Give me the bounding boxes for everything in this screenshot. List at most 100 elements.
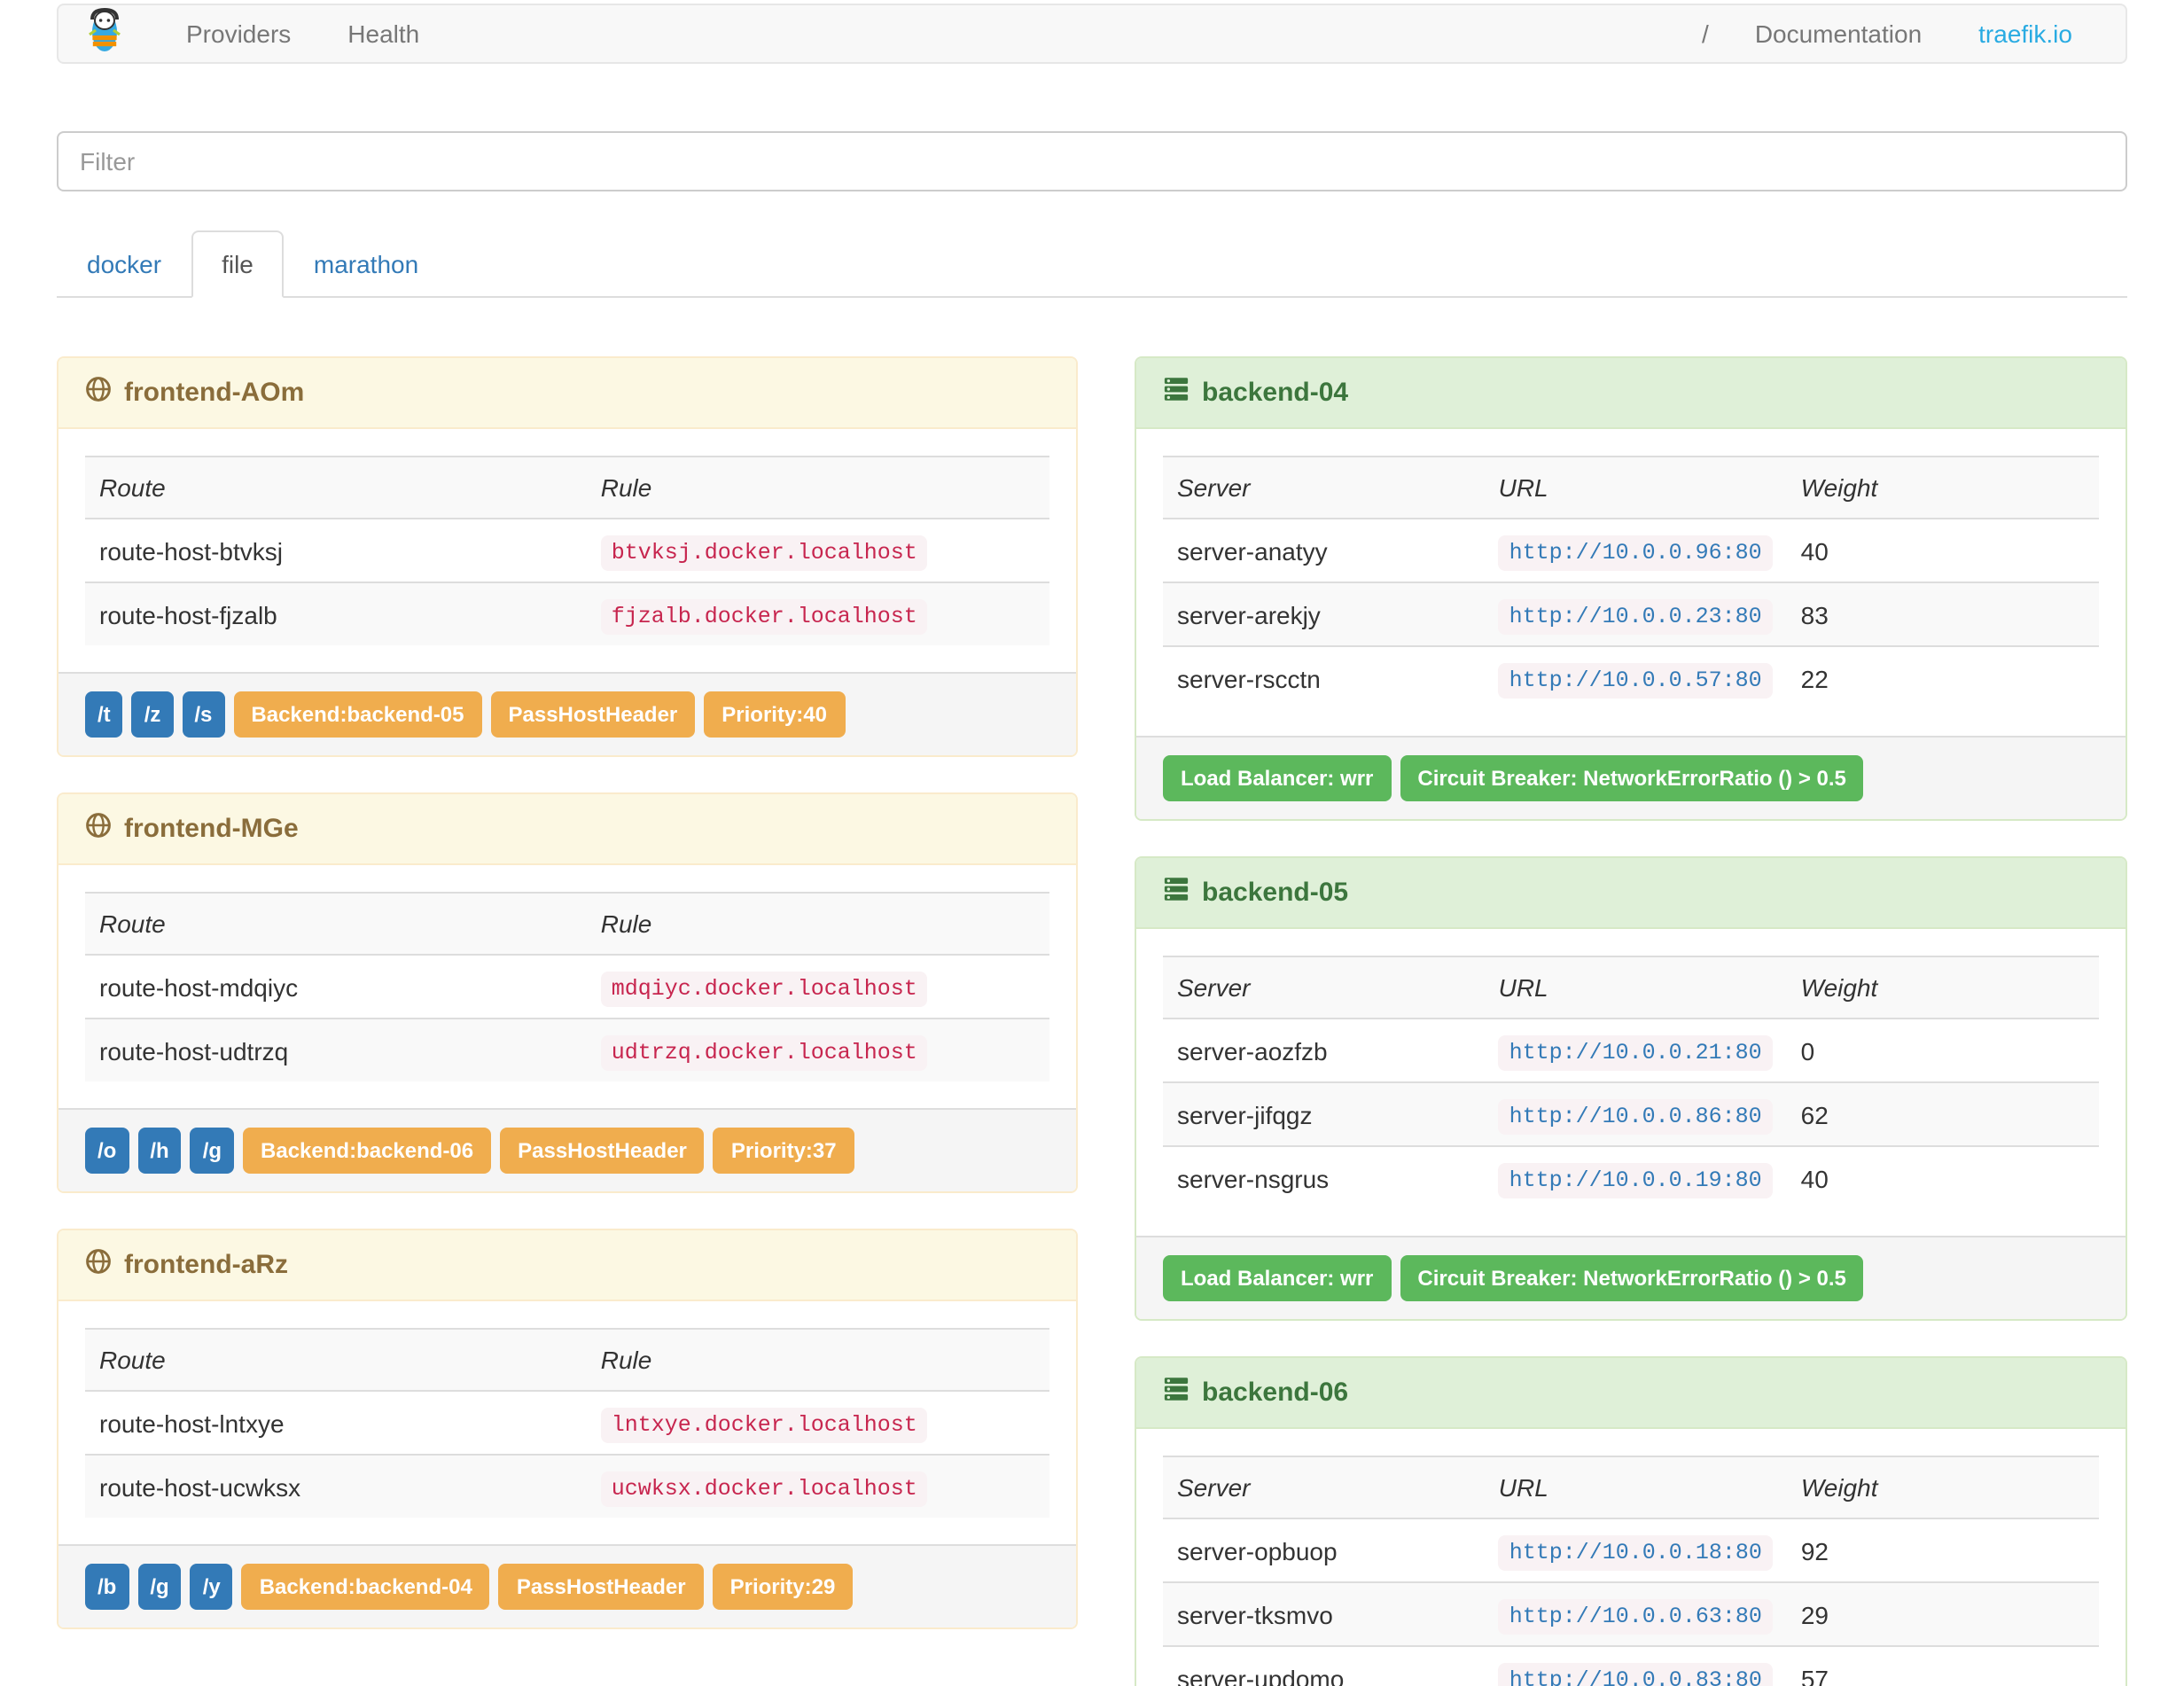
server-weight: 83 bbox=[1800, 600, 1829, 628]
server-column-header: Server bbox=[1177, 1473, 1251, 1502]
route-name: route-host-mdqiyc bbox=[99, 972, 299, 1001]
servers-table: Server URL Weight server-opbuop http://1… bbox=[1163, 1456, 2099, 1686]
server-url-link[interactable]: http://10.0.0.83:80 bbox=[1498, 1663, 1773, 1686]
backend-title: backend-05 bbox=[1202, 878, 1349, 908]
provider-tabs: docker file marathon bbox=[57, 230, 2127, 298]
rule-code: mdqiyc.docker.localhost bbox=[600, 972, 928, 1007]
rule-code: btvksj.docker.localhost bbox=[600, 535, 928, 571]
backend-card-body: Server URL Weight server-opbuop http://1… bbox=[1136, 1429, 2126, 1686]
route-name: route-host-btvksj bbox=[99, 536, 283, 565]
backend-card: backend-05 Server URL Weight server-aozf… bbox=[1135, 856, 2127, 1321]
provider-tab-file[interactable]: file bbox=[191, 230, 284, 298]
server-url-link[interactable]: http://10.0.0.21:80 bbox=[1498, 1035, 1773, 1071]
route-row: route-host-mdqiyc mdqiyc.docker.localhos… bbox=[85, 955, 1049, 1019]
routes-header-row: Route Rule bbox=[85, 893, 1049, 955]
server-url-link[interactable]: http://10.0.0.18:80 bbox=[1498, 1535, 1773, 1571]
frontend-tag-label: Backend:backend-05 bbox=[233, 691, 482, 738]
frontend-card-body: Route Rule route-host-mdqiyc mdqiyc.dock… bbox=[58, 865, 1076, 1108]
route-column-header: Route bbox=[99, 909, 166, 938]
frontend-card-body: Route Rule route-host-lntxye lntxye.dock… bbox=[58, 1301, 1076, 1544]
rule-column-header: Rule bbox=[600, 1346, 652, 1374]
server-name: server-updomo bbox=[1177, 1664, 1345, 1686]
entrypoint-label: /y bbox=[190, 1564, 233, 1610]
weight-column-header: Weight bbox=[1800, 1473, 1878, 1502]
server-weight: 40 bbox=[1800, 1164, 1829, 1192]
nav-providers-link[interactable]: Providers bbox=[158, 20, 319, 48]
globe-icon bbox=[85, 376, 124, 410]
frontends-column: frontend-AOm Route Rule route-host-btvks… bbox=[57, 356, 1078, 1665]
traefik-logo-icon bbox=[83, 6, 126, 61]
route-name: route-host-fjzalb bbox=[99, 600, 277, 628]
server-weight: 62 bbox=[1800, 1100, 1829, 1128]
frontend-card: frontend-aRz Route Rule route-host-lntxy… bbox=[57, 1229, 1078, 1629]
server-row: server-aozfzb http://10.0.0.21:80 0 bbox=[1163, 1019, 2099, 1082]
navbar: Providers Health / Documentation traefik… bbox=[57, 4, 2127, 64]
server-row: server-rscctn http://10.0.0.57:80 22 bbox=[1163, 646, 2099, 709]
provider-tab-docker[interactable]: docker bbox=[57, 230, 191, 298]
backend-card: backend-04 Server URL Weight server-anat… bbox=[1135, 356, 2127, 821]
frontend-tag-label: PassHostHeader bbox=[490, 691, 696, 738]
backend-card-footer: Load Balancer: wrr Circuit Breaker: Netwo… bbox=[1136, 1236, 2126, 1319]
server-weight: 57 bbox=[1800, 1664, 1829, 1686]
nav-traefik-io-link[interactable]: traefik.io bbox=[1950, 20, 2101, 48]
rule-code: fjzalb.docker.localhost bbox=[600, 599, 928, 635]
server-weight: 92 bbox=[1800, 1536, 1829, 1565]
server-column-header: Server bbox=[1177, 473, 1251, 502]
backend-tag-label: Load Balancer: wrr bbox=[1163, 755, 1392, 801]
server-row: server-tksmvo http://10.0.0.63:80 29 bbox=[1163, 1582, 2099, 1646]
server-stack-icon bbox=[1163, 1376, 1202, 1409]
filter-input[interactable] bbox=[57, 131, 2127, 191]
server-row: server-arekjy http://10.0.0.23:80 83 bbox=[1163, 582, 2099, 646]
servers-header-row: Server URL Weight bbox=[1163, 457, 2099, 519]
server-url-link[interactable]: http://10.0.0.86:80 bbox=[1498, 1099, 1773, 1135]
route-name: route-host-lntxye bbox=[99, 1409, 285, 1437]
server-url-link[interactable]: http://10.0.0.23:80 bbox=[1498, 599, 1773, 635]
content-row: frontend-AOm Route Rule route-host-btvks… bbox=[57, 356, 2127, 1686]
server-url-link[interactable]: http://10.0.0.57:80 bbox=[1498, 663, 1773, 699]
server-row: server-opbuop http://10.0.0.18:80 92 bbox=[1163, 1518, 2099, 1582]
globe-icon bbox=[85, 1248, 124, 1282]
servers-header-row: Server URL Weight bbox=[1163, 1456, 2099, 1518]
server-name: server-arekjy bbox=[1177, 600, 1321, 628]
route-name: route-host-ucwksx bbox=[99, 1472, 301, 1501]
server-name: server-rscctn bbox=[1177, 664, 1321, 692]
server-stack-icon bbox=[1163, 376, 1202, 410]
route-row: route-host-ucwksx ucwksx.docker.localhos… bbox=[85, 1455, 1049, 1518]
frontend-card-header: frontend-MGe bbox=[58, 794, 1076, 865]
server-name: server-tksmvo bbox=[1177, 1600, 1333, 1628]
route-row: route-host-lntxye lntxye.docker.localhos… bbox=[85, 1391, 1049, 1455]
entrypoint-label: /s bbox=[182, 691, 225, 738]
servers-table: Server URL Weight server-aozfzb http://1… bbox=[1163, 956, 2099, 1209]
backend-card-header: backend-06 bbox=[1136, 1358, 2126, 1429]
entrypoint-label: /g bbox=[137, 1564, 182, 1610]
backend-card-header: backend-05 bbox=[1136, 858, 2126, 929]
server-column-header: Server bbox=[1177, 973, 1251, 1002]
nav-health-link[interactable]: Health bbox=[319, 20, 448, 48]
route-row: route-host-udtrzq udtrzq.docker.localhos… bbox=[85, 1019, 1049, 1081]
url-column-header: URL bbox=[1498, 973, 1548, 1002]
navbar-brand[interactable] bbox=[83, 6, 126, 61]
nav-documentation-link[interactable]: Documentation bbox=[1727, 20, 1950, 48]
nav-divider: / bbox=[1702, 20, 1709, 48]
server-url-link[interactable]: http://10.0.0.63:80 bbox=[1498, 1599, 1773, 1635]
server-url-link[interactable]: http://10.0.0.96:80 bbox=[1498, 535, 1773, 571]
routes-table: Route Rule route-host-lntxye lntxye.dock… bbox=[85, 1328, 1049, 1518]
route-column-header: Route bbox=[99, 473, 166, 502]
weight-column-header: Weight bbox=[1800, 973, 1878, 1002]
route-row: route-host-btvksj btvksj.docker.localhos… bbox=[85, 519, 1049, 582]
frontend-card: frontend-AOm Route Rule route-host-btvks… bbox=[57, 356, 1078, 757]
frontend-card-body: Route Rule route-host-btvksj btvksj.dock… bbox=[58, 429, 1076, 672]
url-column-header: URL bbox=[1498, 1473, 1548, 1502]
server-url-link[interactable]: http://10.0.0.19:80 bbox=[1498, 1163, 1773, 1198]
server-weight: 0 bbox=[1800, 1036, 1815, 1065]
server-name: server-anatyy bbox=[1177, 536, 1328, 565]
backend-title: backend-04 bbox=[1202, 378, 1349, 408]
server-row: server-updomo http://10.0.0.83:80 57 bbox=[1163, 1646, 2099, 1686]
server-name: server-aozfzb bbox=[1177, 1036, 1328, 1065]
globe-icon bbox=[85, 812, 124, 846]
routes-table: Route Rule route-host-mdqiyc mdqiyc.dock… bbox=[85, 892, 1049, 1081]
rule-code: ucwksx.docker.localhost bbox=[600, 1471, 928, 1507]
frontend-card-header: frontend-AOm bbox=[58, 358, 1076, 429]
provider-tab-marathon[interactable]: marathon bbox=[284, 230, 448, 298]
frontend-card-footer: /o/h/g Backend:backend-06 PassHostHeader Pr… bbox=[58, 1108, 1076, 1191]
